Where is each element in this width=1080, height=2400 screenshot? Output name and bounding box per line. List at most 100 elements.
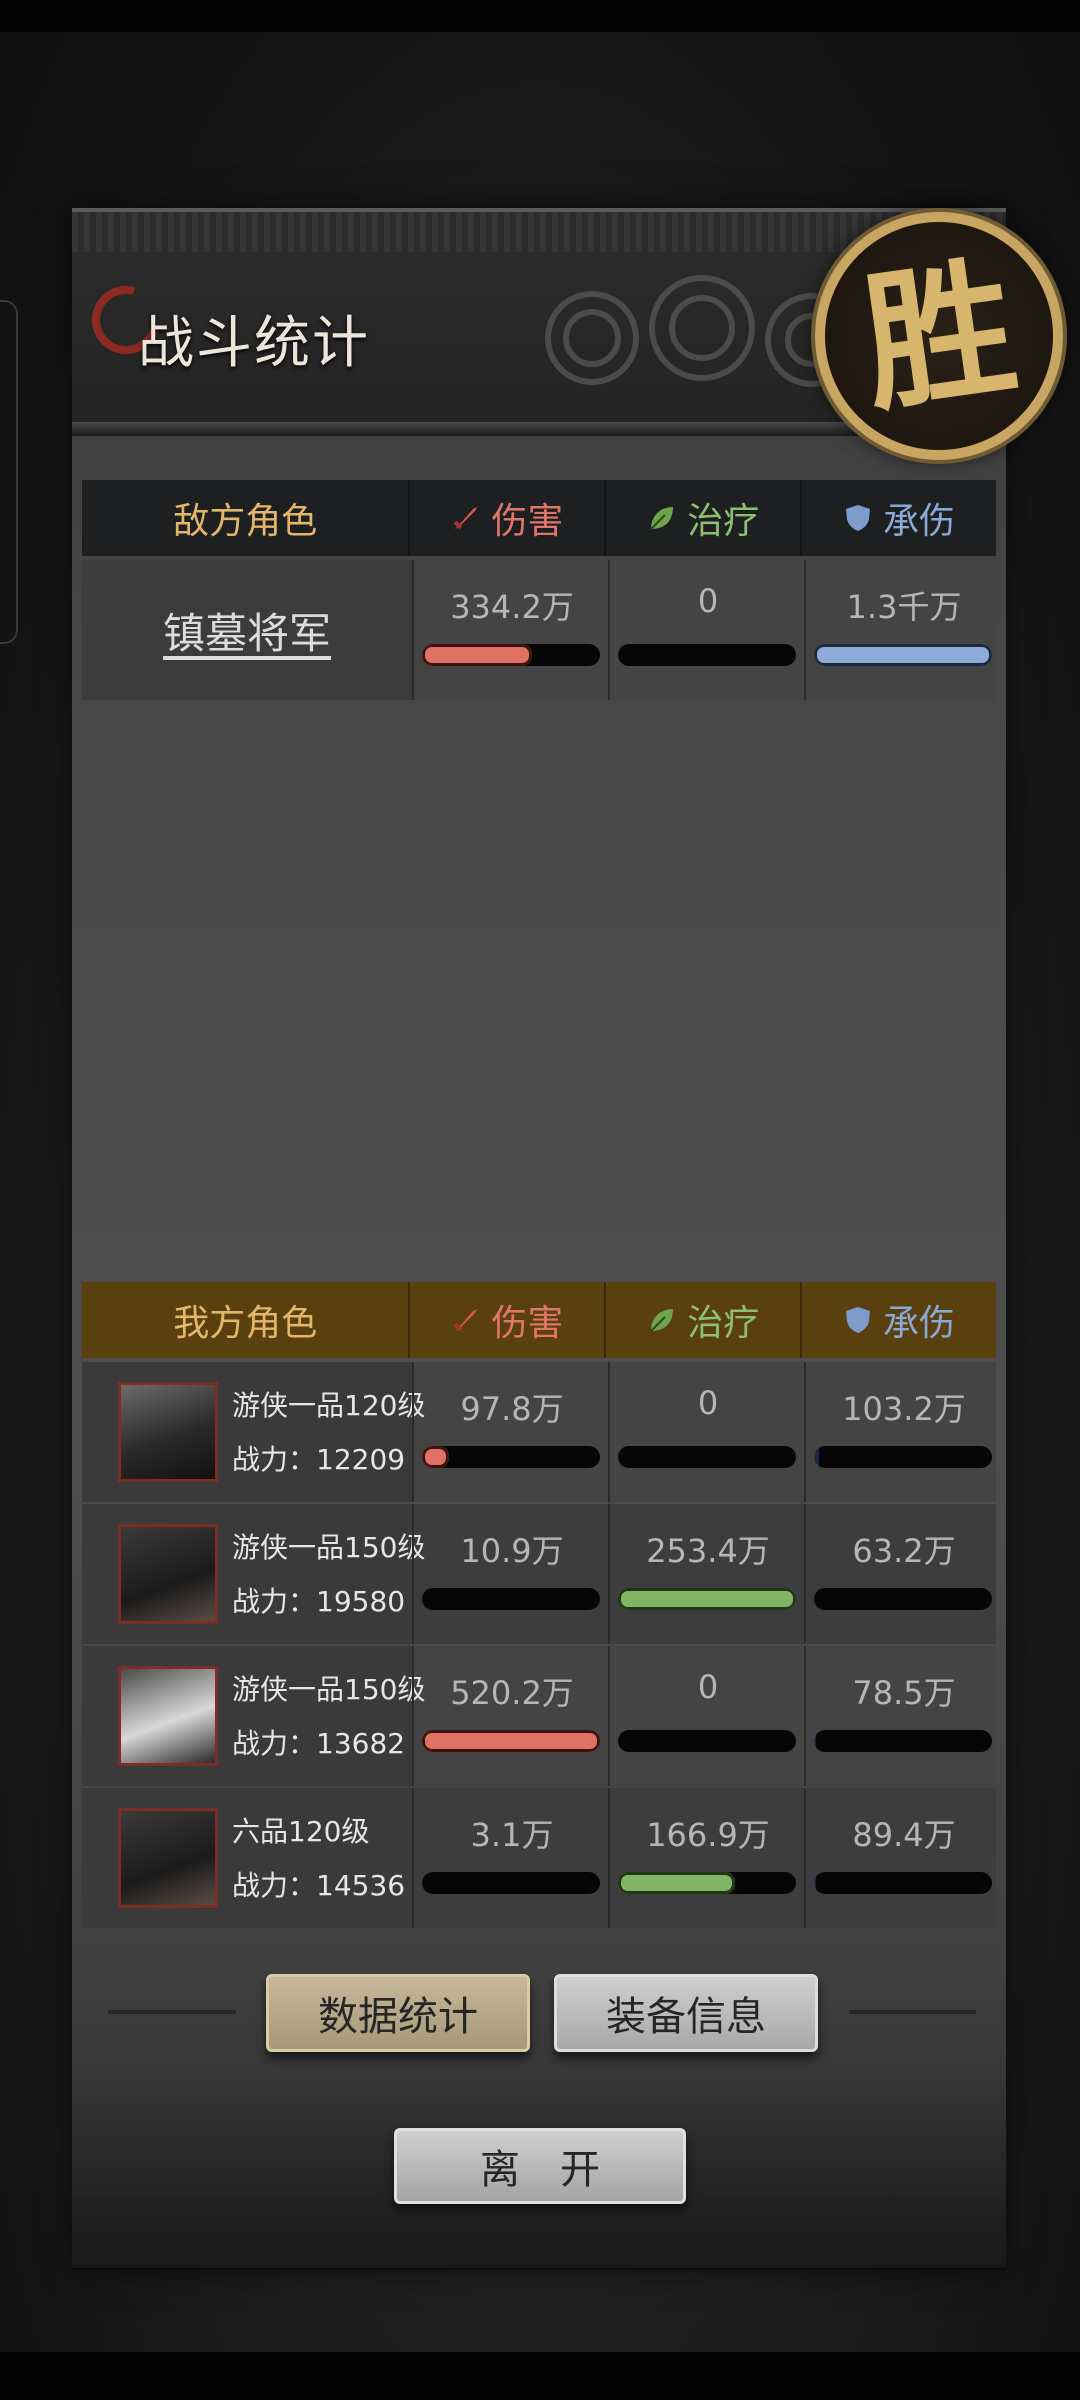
hero-power: 战力：19580 [232,1585,406,1618]
enemy-name-cell: 镇墓将军 [82,560,412,700]
status-bar [0,0,1080,32]
healing-column-header: 治疗 [604,480,800,556]
damage-cell: 520.2万 [412,1646,610,1786]
healing-bar [618,1588,796,1610]
healing-cell: 0 [608,560,806,700]
hero-power: 战力：14536 [232,1869,406,1902]
damage-cell: 97.8万 [412,1362,610,1502]
ally-row: 游侠一品150级 战力：19580 10.9万 253.4万 63.2万 [82,1504,996,1644]
divider-left [108,2010,236,2014]
damage-bar-fill [422,1446,449,1468]
hero-info: 游侠一品150级 战力：19580 [232,1526,425,1620]
healing-bar [618,1446,796,1468]
ally-name-cell: 游侠一品150级 战力：13682 [82,1646,425,1786]
damage-column-header: 伤害 [408,1282,604,1358]
side-edge-handle [0,300,18,644]
taken-value: 103.2万 [842,1390,966,1428]
enemy-heading: 敌方角色 [173,501,318,542]
taken-bar-fill [814,1446,820,1468]
damage-value: 520.2万 [450,1674,574,1712]
healing-cell: 166.9万 [608,1788,806,1928]
healing-cell: 253.4万 [608,1504,806,1644]
healing-cell: 0 [608,1646,806,1786]
hero-avatar[interactable] [118,1808,218,1908]
healing-bar-fill [618,1588,796,1610]
hero-power: 战力：12209 [232,1443,406,1476]
victory-badge-text: 胜 [852,238,1026,434]
hero-avatar[interactable] [118,1382,218,1482]
healing-bar [618,1730,796,1752]
ally-heading: 我方角色 [173,1303,318,1344]
taken-value: 89.4万 [852,1816,956,1854]
healing-value: 0 [697,1668,719,1706]
equipment-info-button[interactable]: 装备信息 [554,1974,818,2052]
hero-avatar[interactable] [118,1524,218,1624]
damage-bar [422,1446,600,1468]
damage-value: 334.2万 [450,588,574,626]
ally-row: 游侠一品120级 战力：12209 97.8万 0 103.2万 [82,1362,996,1502]
healing-value: 0 [697,1384,719,1422]
damage-value: 97.8万 [460,1390,564,1428]
damage-bar [422,1872,600,1894]
damage-taken-column-header: 承伤 [800,480,996,556]
ally-name-cell: 游侠一品120级 战力：12209 [82,1362,425,1502]
damage-taken-column-label: 承伤 [883,1303,956,1344]
healing-value: 253.4万 [646,1532,770,1570]
taken-cell: 1.3千万 [804,560,1002,700]
hero-class-level: 六品120级 [232,1815,370,1848]
sword-icon [454,507,478,530]
ally-row: 六品120级战力：14536 3.1万 166.9万 89.4万 [82,1788,996,1928]
damage-column-label: 伤害 [491,501,564,542]
hero-class-level: 游侠一品120级 [232,1389,426,1422]
enemy-name[interactable]: 镇墓将军 [82,600,412,661]
nav-bar [0,2352,1080,2400]
damage-cell: 10.9万 [412,1504,610,1644]
hero-avatar[interactable] [118,1666,218,1766]
healing-column-header: 治疗 [604,1282,800,1358]
healing-column-label: 治疗 [687,1303,760,1344]
damage-bar [422,644,600,666]
shield-icon [846,505,871,531]
taken-value: 78.5万 [852,1674,956,1712]
taken-bar-fill [814,644,992,666]
leaf-icon [650,507,674,530]
page-title: 战斗统计 [138,311,370,376]
taken-bar-fill [814,1730,816,1752]
healing-column-label: 治疗 [687,501,760,542]
taken-bar-fill [814,1872,816,1894]
hero-info: 游侠一品150级 战力：13682 [232,1668,425,1762]
sword-icon [454,1309,478,1332]
leaf-icon [650,1309,674,1332]
damage-value: 10.9万 [460,1532,564,1570]
hero-power: 战力：13682 [232,1727,406,1760]
taken-cell: 89.4万 [804,1788,1002,1928]
taken-bar [814,1730,992,1752]
hero-class-level: 游侠一品150级 [232,1531,426,1564]
damage-value: 3.1万 [470,1816,554,1854]
divider-right [850,2010,976,2014]
victory-badge: 胜 [815,212,1063,460]
damage-taken-column-header: 承伤 [800,1282,996,1358]
damage-bar [422,1730,600,1752]
taken-value: 1.3千万 [846,588,962,626]
healing-cell: 0 [608,1362,806,1502]
healing-bar [618,644,796,666]
taken-value: 63.2万 [852,1532,956,1570]
healing-bar-fill [618,1872,736,1894]
enemy-table-header: 敌方角色 伤害 治疗 承伤 [82,480,996,556]
damage-column-header: 伤害 [408,480,604,556]
shield-icon [846,1307,871,1333]
data-stats-button[interactable]: 数据统计 [266,1974,530,2052]
healing-bar [618,1872,796,1894]
damage-cell: 3.1万 [412,1788,610,1928]
ally-row: 游侠一品150级 战力：13682 520.2万 0 78.5万 [82,1646,996,1786]
leave-button[interactable]: 离开 [394,2128,686,2204]
taken-cell: 63.2万 [804,1504,1002,1644]
taken-bar [814,1588,992,1610]
ally-name-cell: 游侠一品150级 战力：19580 [82,1504,425,1644]
ally-table-header: 我方角色 伤害 治疗 承伤 [82,1282,996,1358]
hero-class-level: 游侠一品150级 [232,1673,426,1706]
damage-taken-column-label: 承伤 [883,501,956,542]
damage-bar-fill [422,644,533,666]
hero-info: 游侠一品120级 战力：12209 [232,1384,425,1478]
